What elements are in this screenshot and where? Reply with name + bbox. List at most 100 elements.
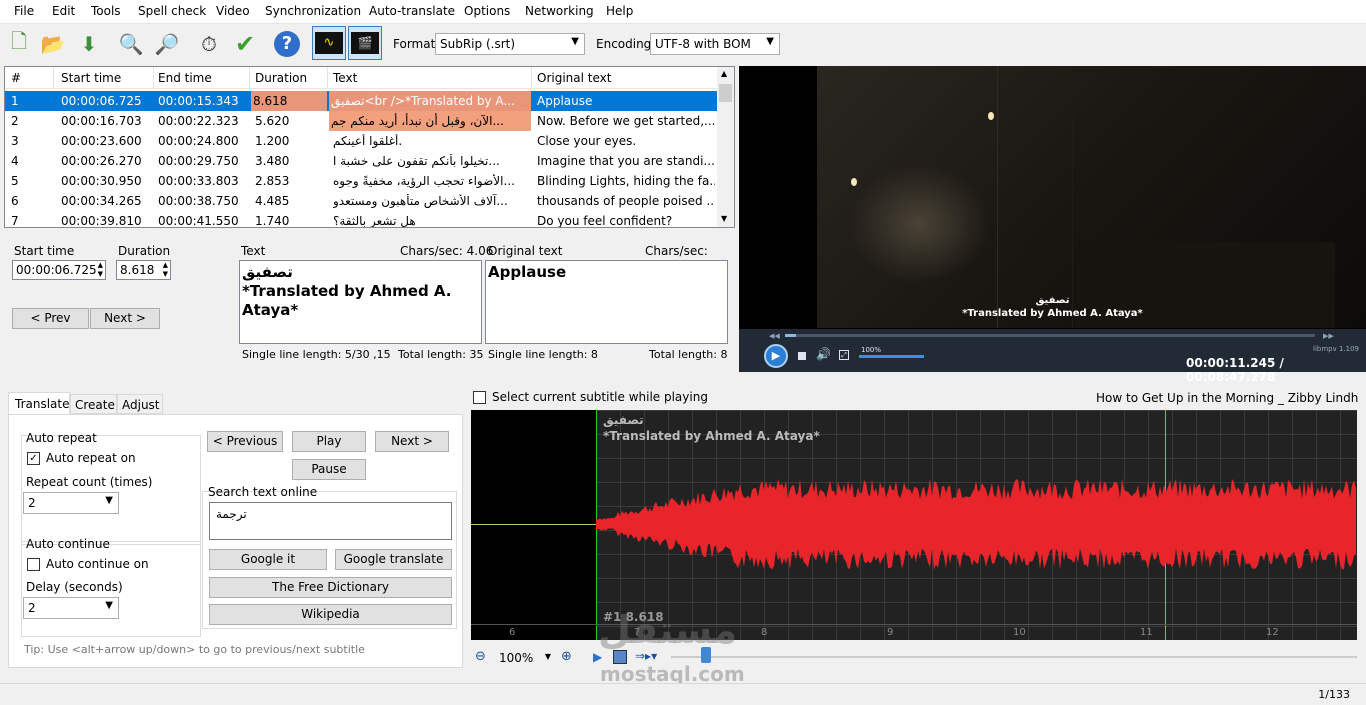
rewind-icon[interactable]: ◀◀ — [769, 332, 780, 340]
zoom-select[interactable]: 100% ▼ — [495, 648, 553, 668]
next-button-translate[interactable]: Next > — [375, 431, 449, 452]
zoom-in-icon[interactable]: ⊕ — [561, 649, 572, 664]
fullscreen-icon[interactable]: ⤢ — [839, 350, 849, 360]
cell-orig: Applause — [537, 94, 593, 108]
col-number[interactable]: # — [11, 71, 21, 85]
cell-n: 4 — [11, 154, 19, 168]
search-text-input[interactable]: ترجمة — [209, 502, 452, 540]
table-row[interactable]: 1 00:00:06.725 00:00:15.343 8.618 تصفيق<br /… — [5, 91, 717, 111]
menu-help[interactable]: Help — [606, 4, 633, 18]
visual-sync-icon[interactable]: ⏱ — [194, 28, 224, 60]
cell-start: 00:00:23.600 — [61, 134, 142, 148]
format-select[interactable]: SubRip (.srt) ▼ — [435, 33, 585, 55]
table-row[interactable]: 3 00:00:23.600 00:00:24.800 1.200 أغلقوا أعي… — [5, 131, 717, 151]
auto-repeat-on-label: Auto repeat on — [46, 451, 136, 465]
play-button[interactable]: Play — [292, 431, 366, 452]
zoom-out-icon[interactable]: ⊖ — [475, 649, 486, 664]
cell-dur: 5.620 — [255, 114, 290, 128]
encoding-select[interactable]: UTF-8 with BOM ▼ — [650, 33, 780, 55]
col-text[interactable]: Text — [333, 71, 357, 85]
table-row[interactable]: 4 00:00:26.270 00:00:29.750 3.480 تخيلوا بأن… — [5, 151, 717, 171]
menu-auto-translate[interactable]: Auto-translate — [369, 4, 455, 18]
volume-slider[interactable] — [859, 355, 924, 358]
tab-adjust[interactable]: Adjust — [117, 394, 163, 414]
table-row[interactable]: 2 00:00:16.703 00:00:22.323 5.620 الآن، وقبل… — [5, 111, 717, 131]
auto-repeat-checkbox[interactable]: ✓ Auto repeat on — [27, 451, 136, 465]
col-start-time[interactable]: Start time — [61, 71, 121, 85]
auto-continue-checkbox[interactable]: Auto continue on — [27, 557, 149, 571]
menu-file[interactable]: File — [14, 4, 34, 18]
pause-button[interactable]: Pause — [292, 459, 366, 480]
original-text-editor[interactable]: Applause — [485, 260, 728, 344]
menu-tools[interactable]: Tools — [91, 4, 121, 18]
col-duration[interactable]: Duration — [255, 71, 307, 85]
play-icon[interactable]: ▶ — [764, 344, 788, 368]
cell-dur: 1.740 — [255, 214, 290, 228]
menu-spell-check[interactable]: Spell check — [138, 4, 206, 18]
player-name: libmpv 1.109 — [1313, 345, 1360, 353]
video-toggle-icon[interactable]: 🎬 — [348, 26, 382, 60]
waveform-subtitle: تصفيق *Translated by Ahmed A. Ataya* — [603, 412, 820, 444]
download-icon[interactable]: ⬇ — [74, 28, 104, 60]
cell-orig: Close your eyes. — [537, 134, 637, 148]
single-line-length: Single line length: 5/30 ,15 — [242, 348, 391, 361]
original-single-line-length: Single line length: 8 — [488, 348, 598, 361]
select-current-checkbox[interactable]: Select current subtitle while playing — [473, 390, 708, 404]
start-time-input[interactable]: 00:00:06.725 ▲ ▼ — [12, 260, 106, 280]
previous-button[interactable]: < Previous — [207, 431, 283, 452]
google-translate-button[interactable]: Google translate — [335, 549, 452, 570]
new-file-icon[interactable]: 🗋 — [4, 28, 34, 60]
replace-icon[interactable]: 🔎 — [152, 28, 182, 60]
free-dictionary-button[interactable]: The Free Dictionary — [209, 577, 452, 598]
position-slider[interactable] — [671, 656, 1357, 658]
video-subtitle: تصفيق *Translated by Ahmed A. Ataya* — [739, 294, 1366, 320]
menu-synchronization[interactable]: Synchronization — [265, 4, 361, 18]
tab-translate[interactable]: Translate — [8, 392, 70, 414]
total-length: Total length: 35 — [398, 348, 484, 361]
auto-continue-on-label: Auto continue on — [46, 557, 149, 571]
stop-icon[interactable] — [798, 352, 806, 360]
menu-networking[interactable]: Networking — [525, 4, 594, 18]
col-end-time[interactable]: End time — [158, 71, 212, 85]
video-frame — [817, 66, 1366, 328]
table-row[interactable]: 6 00:00:34.265 00:00:38.750 4.485 آلاف الأشخ… — [5, 191, 717, 211]
subtitle-grid[interactable]: # Start time End time Duration Text Orig… — [4, 66, 735, 228]
grid-scrollbar[interactable]: ▲ ▼ — [717, 67, 734, 227]
menu-video[interactable]: Video — [216, 4, 250, 18]
table-row[interactable]: 5 00:00:30.950 00:00:33.803 2.853 الأضواء تح… — [5, 171, 717, 191]
fast-forward-icon[interactable]: ▶▶ — [1323, 332, 1334, 340]
text-line: Ataya* — [242, 301, 299, 319]
cell-end: 00:00:24.800 — [158, 134, 239, 148]
prev-button[interactable]: < Prev — [12, 308, 89, 329]
seek-bar[interactable] — [785, 334, 1315, 337]
tools-panel: Translate Create Adjust Auto repeat ✓ Aut… — [4, 392, 463, 668]
wikipedia-button[interactable]: Wikipedia — [209, 604, 452, 625]
menu-bar: File Edit Tools Spell check Video Synchr… — [0, 0, 1366, 24]
volume-icon[interactable]: 🔊 — [816, 347, 831, 361]
menu-options[interactable]: Options — [464, 4, 510, 18]
find-icon[interactable]: 🔍 — [116, 28, 146, 60]
tab-create[interactable]: Create — [70, 394, 117, 414]
table-row[interactable]: 7 00:00:39.810 00:00:41.550 1.740 هل تشعر با… — [5, 211, 717, 228]
waveform-toggle-icon[interactable]: ∿ — [312, 26, 346, 60]
col-original-text[interactable]: Original text — [537, 71, 611, 85]
help-icon[interactable]: ? — [272, 28, 302, 60]
cell-n: 6 — [11, 194, 19, 208]
waveform[interactable]: تصفيق *Translated by Ahmed A. Ataya* #1 … — [471, 410, 1357, 640]
menu-edit[interactable]: Edit — [52, 4, 75, 18]
cell-start: 00:00:16.703 — [61, 114, 142, 128]
open-folder-icon[interactable]: 📂 — [38, 28, 68, 60]
spell-check-icon[interactable]: ✔ — [230, 28, 260, 60]
duration-input[interactable]: 8.618 ▲ ▼ — [116, 260, 171, 280]
video-player[interactable]: تصفيق *Translated by Ahmed A. Ataya* — [739, 66, 1366, 372]
repeat-count-select[interactable]: 2 ▼ — [23, 492, 119, 514]
google-it-button[interactable]: Google it — [209, 549, 327, 570]
delay-select[interactable]: 2 ▼ — [23, 597, 119, 619]
auto-repeat-title: Auto repeat — [26, 431, 97, 445]
text-editor[interactable]: تصفيق *Translated by Ahmed A. Ataya* — [239, 260, 482, 344]
cell-start: 00:00:26.270 — [61, 154, 142, 168]
tick-label: 9 — [887, 627, 894, 638]
next-button[interactable]: Next > — [90, 308, 160, 329]
cell-orig: Do you feel confident? — [537, 214, 673, 228]
cell-start: 00:00:06.725 — [61, 94, 142, 108]
